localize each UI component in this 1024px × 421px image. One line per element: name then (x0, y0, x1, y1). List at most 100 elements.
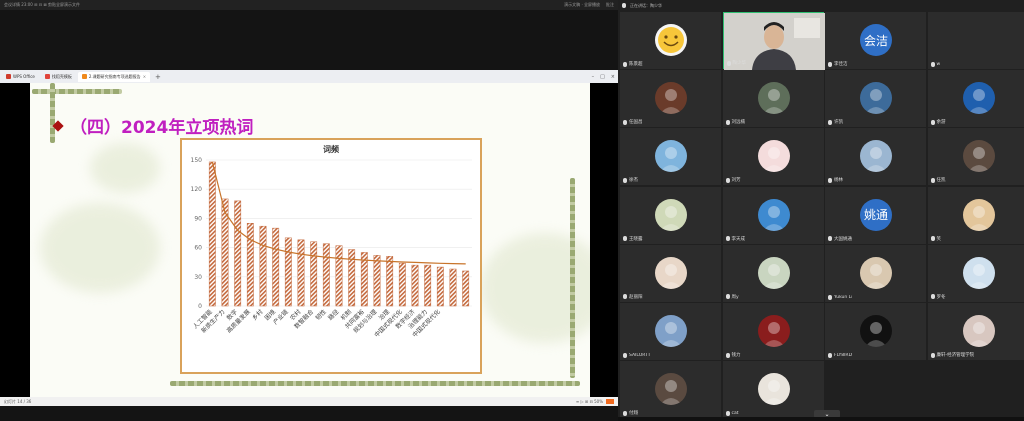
annotate-button[interactable]: 批注 (606, 2, 614, 8)
mic-icon (623, 353, 627, 358)
x-tick-label: 乡村 (250, 308, 264, 322)
participant-tile[interactable]: 余游 (927, 70, 1024, 128)
participant-tile[interactable]: Yukun Li (825, 244, 926, 302)
participant-name-label: 大国姚通 (834, 236, 852, 242)
mic-icon (930, 62, 935, 67)
participant-name: 杨林 (828, 177, 843, 183)
participant-name: 李佳洁 (828, 61, 848, 67)
participant-tile[interactable]: 许凯 (825, 70, 926, 128)
speaking-indicator: 正在讲话：陶少华 (630, 2, 662, 8)
bar (373, 255, 381, 307)
participant-tile[interactable]: 廉轩-经济管理学院 (927, 303, 1024, 360)
participant-name-label: 陶少华 (732, 61, 747, 66)
mic-icon (930, 352, 935, 358)
participant-name: 余游 (930, 119, 946, 125)
maximize-icon[interactable]: □ (597, 74, 608, 80)
avatar (860, 315, 892, 347)
participant-tile[interactable]: 任国昌 (620, 70, 721, 128)
participant-tile[interactable]: 罗冬 (927, 244, 1024, 302)
participant-tile[interactable]: 杨林 (825, 128, 926, 186)
participant-tile[interactable]: FLY8IRD (825, 303, 926, 360)
participant-tile[interactable]: 姚通大国姚通 (825, 186, 926, 244)
participant-tile[interactable]: 会洁李佳洁 (825, 12, 926, 69)
avatar (757, 315, 790, 347)
toolbar-left-text[interactable]: 会议详情 23:00 ⊞ ⊟ ⊠ 剪贴全屏演示文件 (4, 2, 80, 8)
mic-icon (726, 60, 731, 66)
participant-tile[interactable]: 周y (722, 244, 824, 302)
participant-name-label: 徐杰 (629, 178, 638, 184)
participant-tile[interactable]: 刘远楠 (722, 70, 824, 128)
close-tab-icon[interactable]: × (143, 74, 146, 79)
participant-name: 李天成 (725, 236, 745, 242)
participant-tile[interactable]: 陈景超 (620, 12, 721, 69)
avatar (962, 256, 995, 289)
template-icon (44, 74, 50, 79)
participant-tile[interactable]: cat (722, 361, 824, 419)
bar (424, 264, 432, 307)
participant-name-label: 王晓露 (629, 236, 643, 242)
avatar (757, 198, 790, 231)
new-tab-button[interactable]: + (152, 73, 164, 81)
participant-name-label: 刘远楠 (731, 120, 746, 126)
tab-label: 找稻壳模板 (51, 73, 72, 79)
avatar (962, 140, 995, 173)
mic-icon (828, 294, 832, 300)
participant-name: 王晓露 (623, 236, 643, 242)
x-tick-label: 韧性 (314, 308, 328, 322)
speaker-icon (622, 3, 626, 8)
y-tick-label: 90 (194, 215, 202, 222)
participant-name-label: 任国昌 (629, 120, 643, 126)
avatar (655, 373, 687, 406)
view-controls[interactable]: ≡ ▷ ⊞ ⊟ 50% (576, 399, 603, 404)
participant-name: w (930, 62, 940, 67)
participant-tile[interactable]: w (927, 12, 1024, 69)
bar (335, 245, 343, 307)
participant-tile[interactable]: 徐杰 (620, 128, 721, 186)
screen-share-area: 会议详情 23:00 ⊞ ⊟ ⊠ 剪贴全屏演示文件 演示文稿 · 全屏播放 批注… (0, 0, 618, 421)
participant-tile[interactable]: 陶少华 (722, 12, 825, 70)
participant-tile[interactable]: 钱力 (722, 303, 824, 360)
participant-name: 周y (725, 294, 739, 300)
letterbox-left (0, 83, 30, 397)
avatar: 姚通 (860, 198, 892, 231)
participant-tile[interactable]: 付翔 (620, 361, 721, 419)
gallery-header: 正在讲话：陶少华 (618, 0, 1024, 11)
avatar (655, 256, 687, 289)
tab-template[interactable]: 找稻壳模板 (41, 72, 76, 82)
diamond-bullet-icon (52, 119, 64, 132)
mic-icon (725, 236, 730, 242)
avatar (962, 82, 995, 115)
participant-tile[interactable]: 赵丽阳 (620, 244, 721, 302)
mic-icon (930, 236, 935, 242)
bar (411, 264, 419, 307)
bar (259, 225, 267, 307)
participant-name-label: 付翔 (629, 411, 638, 417)
participant-name: 钱力 (725, 352, 741, 358)
close-window-icon[interactable]: × (608, 74, 618, 80)
slide-counter: 幻灯片 14 / 36 (4, 398, 32, 404)
bar (322, 243, 330, 307)
participant-tile[interactable]: 笑 (927, 186, 1024, 244)
participant-tile[interactable]: 李天成 (722, 186, 824, 244)
bar (297, 239, 305, 307)
presentation-statusbar: 幻灯片 14 / 36 ≡ ▷ ⊞ ⊟ 50% (0, 397, 618, 406)
mic-icon (725, 177, 730, 183)
participant-tile[interactable]: 刘芳 (722, 128, 824, 186)
tab-presentation[interactable]: 2.课题研究指南专项选题报告 × (77, 71, 151, 82)
wps-icon (6, 74, 11, 79)
slide-title-text: （四）2024年立项热词 (70, 118, 254, 138)
tab-wps-office[interactable]: WPS Office (2, 72, 39, 82)
bar (208, 161, 216, 307)
participant-tile[interactable]: 任凯 (927, 128, 1024, 186)
participant-tile[interactable]: 王晓露 (620, 186, 721, 244)
participant-name: 刘远楠 (725, 119, 746, 126)
mic-icon (725, 119, 730, 125)
avatar: 会洁 (860, 24, 892, 56)
participant-name: 笑 (930, 236, 941, 242)
participant-name: cat (725, 411, 739, 417)
toolbar-mid-text[interactable]: 演示文稿 · 全屏播放 (564, 2, 600, 8)
avatar (962, 198, 995, 231)
mic-icon (623, 294, 627, 300)
participant-tile[interactable]: SAILORTT (620, 303, 721, 360)
minimize-icon[interactable]: – (589, 74, 598, 80)
